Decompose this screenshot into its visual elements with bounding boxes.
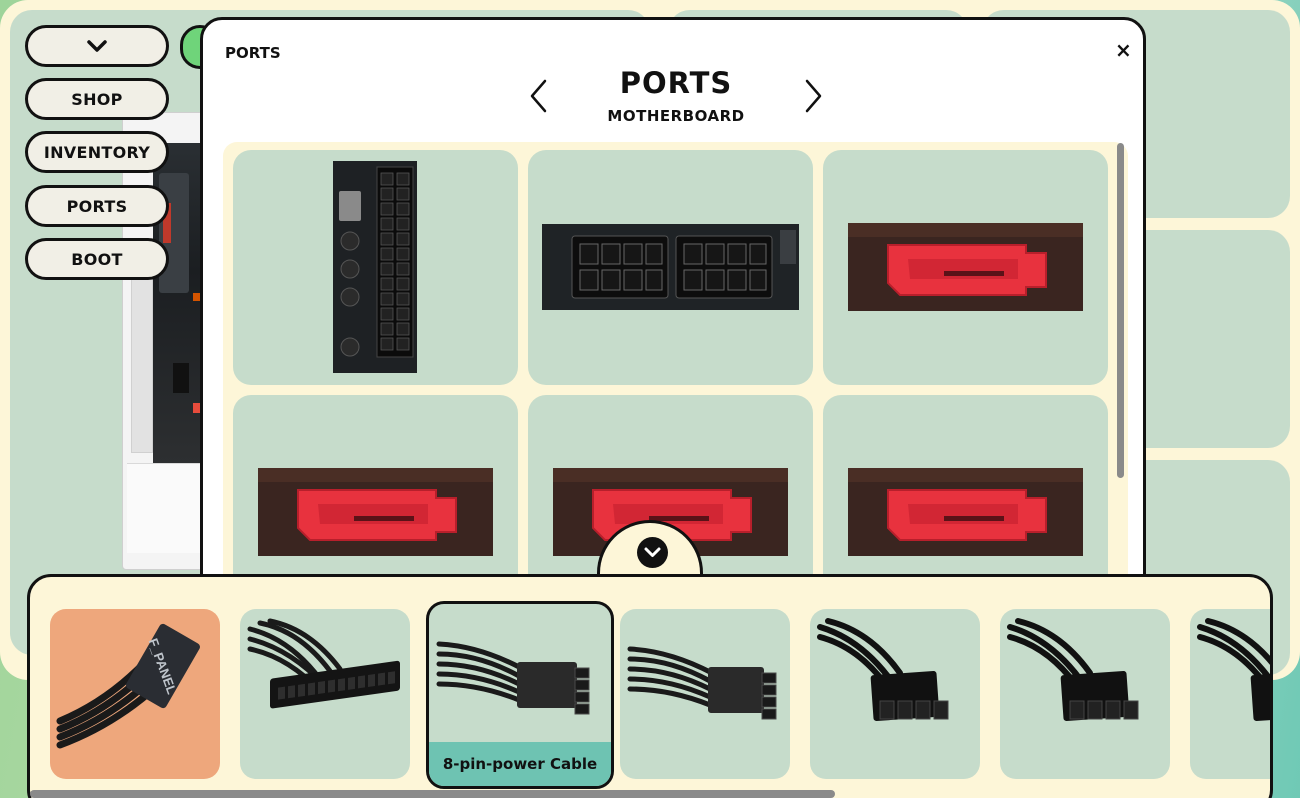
eps-8pin-header-icon [542, 224, 799, 310]
modal-tag: PORTS [225, 44, 281, 62]
prev-arrow-icon[interactable] [527, 78, 551, 114]
cable-drawer: F_PANEL 8-pin-power Cable [27, 574, 1273, 798]
next-arrow-icon[interactable] [801, 78, 825, 114]
inventory-button-label: INVENTORY [43, 142, 151, 162]
shop-button-label: SHOP [71, 89, 123, 109]
8pin-cable-icon [436, 641, 590, 715]
pc-case-image[interactable] [122, 112, 210, 570]
cable-item-8pin[interactable] [620, 609, 790, 779]
drawer-scrollbar[interactable] [30, 790, 835, 798]
cable-item-eps[interactable] [810, 609, 980, 779]
cable-item-atx-24pin[interactable] [240, 609, 410, 779]
ports-button-label: PORTS [66, 196, 128, 216]
cable-item-f-panel[interactable]: F_PANEL [50, 609, 220, 779]
port-tile[interactable] [823, 150, 1108, 385]
sata-port-icon [848, 468, 1083, 556]
close-button[interactable]: × [1115, 38, 1132, 62]
shop-button[interactable]: SHOP [25, 78, 169, 120]
eps-cable-icon [1007, 618, 1139, 722]
cable-item-label: 8-pin-power Cable [429, 742, 611, 786]
cable-item-8pin-power[interactable]: 8-pin-power Cable [426, 601, 614, 789]
chevron-down-icon [637, 537, 668, 568]
f-panel-cable-icon: F_PANEL [56, 623, 200, 749]
cable-item-eps[interactable] [1190, 609, 1270, 779]
boot-button[interactable]: BOOT [25, 238, 169, 280]
atx-24pin-cable-icon [247, 618, 400, 709]
modal-title: PORTS [619, 66, 733, 100]
ports-button[interactable]: PORTS [25, 185, 169, 227]
inventory-button[interactable]: INVENTORY [25, 131, 169, 173]
boot-button-label: BOOT [71, 249, 123, 269]
cable-item-eps[interactable] [1000, 609, 1170, 779]
atx-24pin-header-icon [333, 161, 417, 373]
collapse-menu-button[interactable] [25, 25, 169, 67]
modal-subtitle: MOTHERBOARD [607, 107, 745, 125]
sata-port-icon [848, 223, 1083, 311]
chevron-down-icon [87, 40, 107, 52]
sata-port-icon [258, 468, 493, 556]
8pin-cable-icon [627, 646, 777, 720]
port-tile[interactable] [528, 150, 813, 385]
port-tile[interactable] [233, 150, 518, 385]
eps-cable-icon [817, 618, 949, 722]
modal-scrollbar[interactable] [1117, 143, 1124, 478]
eps-cable-icon [1197, 618, 1270, 722]
